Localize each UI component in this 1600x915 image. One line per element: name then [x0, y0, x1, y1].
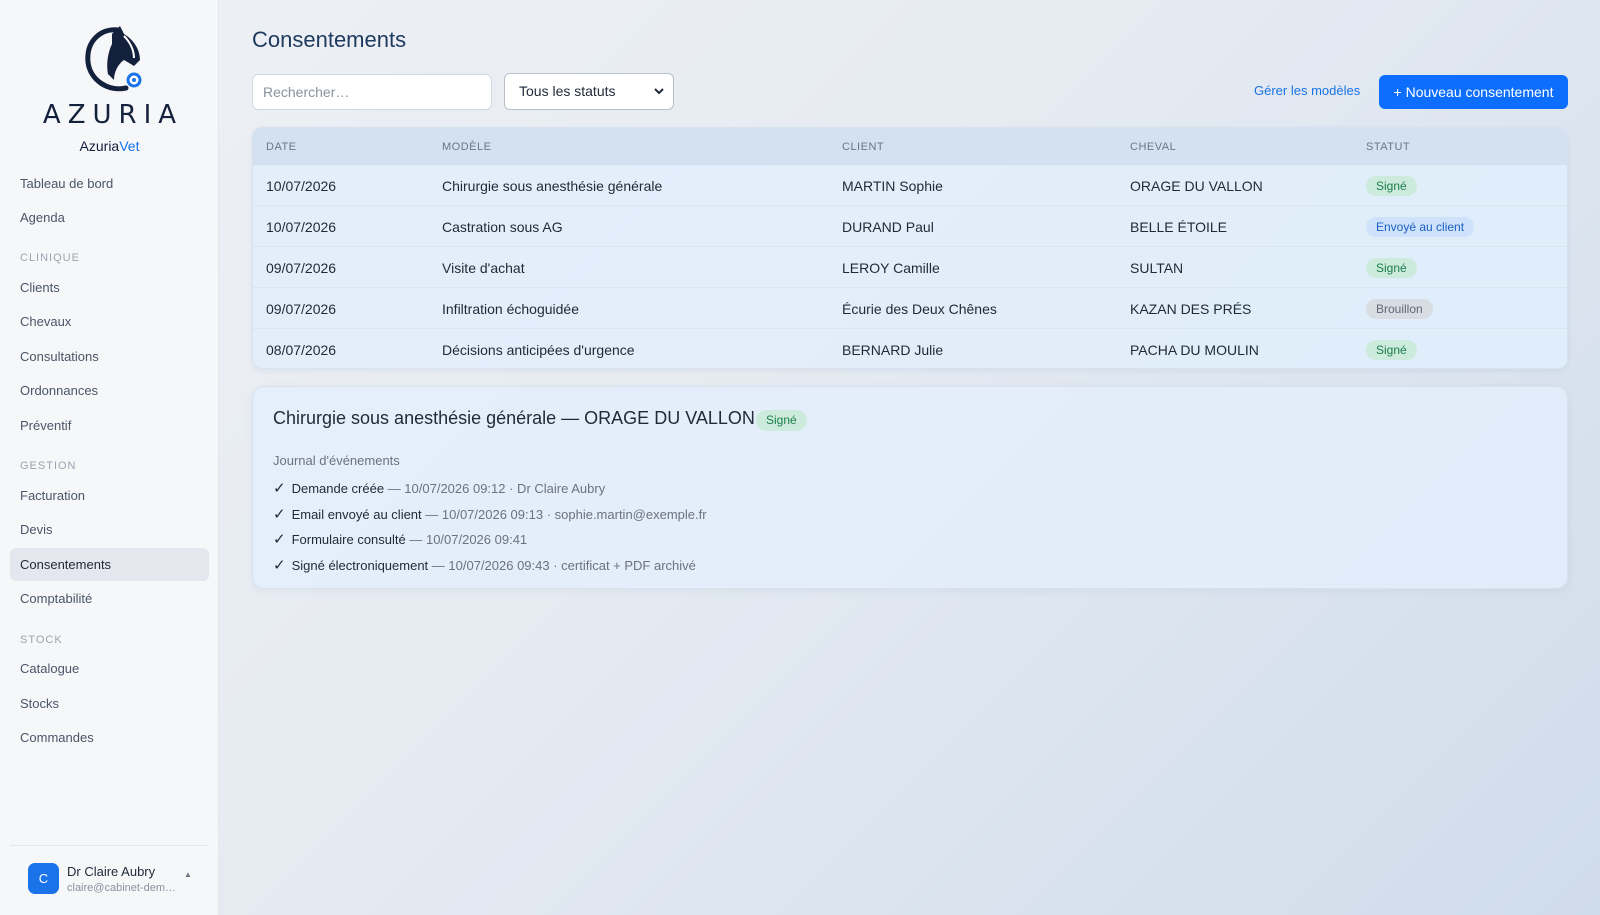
new-consent-button[interactable]: + Nouveau consentement: [1379, 75, 1568, 109]
status-filter-value: Tous les statuts: [519, 83, 616, 99]
consents-table: Date Modèle Client Cheval Statut 10/07/2…: [252, 127, 1568, 369]
status-badge: Brouillon: [1366, 299, 1433, 319]
status-badge: Signé: [1366, 340, 1417, 360]
sidebar-item-ordonnances[interactable]: Ordonnances: [10, 374, 209, 407]
event-label: Signé électroniquement: [291, 558, 429, 573]
journal-label: Journal d'événements: [273, 453, 400, 468]
caret-up-icon[interactable]: ▲: [184, 870, 192, 879]
row-date: 09/07/2026: [266, 301, 337, 317]
checkmark-icon: ✓: [273, 557, 286, 574]
row-horse: ORAGE DU VALLON: [1130, 178, 1263, 194]
row-horse: KAZAN DES PRÉS: [1130, 301, 1252, 317]
sidebar-item-consentements[interactable]: Consentements: [10, 548, 209, 581]
sidebar-item-clients[interactable]: Clients: [10, 271, 209, 304]
row-model: Infiltration échoguidée: [442, 301, 579, 317]
row-date: 08/07/2026: [266, 342, 337, 358]
event-label: Formulaire consulté: [291, 532, 406, 547]
app-name: AzuriaVet: [0, 138, 219, 154]
app-name-part1: Azuria: [79, 138, 120, 154]
row-model: Castration sous AG: [442, 219, 563, 235]
app-name-part2: Vet: [119, 138, 140, 154]
sidebar-item-agenda[interactable]: Agenda: [10, 201, 209, 234]
sidebar: AZURIA AzuriaVet Tableau de bord Agenda …: [0, 0, 219, 915]
sidebar-section-stock: Stock: [20, 634, 63, 646]
table-row[interactable]: 08/07/2026 Décisions anticipées d'urgence…: [253, 329, 1567, 368]
event-meta: — 10/07/2026 09:41: [405, 532, 528, 547]
user-email: claire@cabinet-dem…: [67, 882, 176, 894]
row-date: 09/07/2026: [266, 260, 337, 276]
sidebar-section-gestion: Gestion: [20, 460, 77, 472]
horse-logo-icon: [84, 26, 141, 92]
status-badge: Signé: [1366, 176, 1417, 196]
event-meta: — 10/07/2026 09:43 · certificat + PDF ar…: [428, 558, 696, 573]
search-input[interactable]: [252, 74, 492, 110]
table-row[interactable]: 09/07/2026 Visite d'achat LEROY Camille SUL…: [253, 247, 1567, 288]
row-date: 10/07/2026: [266, 178, 337, 194]
event-meta: — 10/07/2026 09:12 · Dr Claire Aubry: [384, 481, 606, 496]
table-header: Date Modèle Client Cheval Statut: [253, 128, 1567, 165]
sidebar-item-consultations[interactable]: Consultations: [10, 340, 209, 373]
logo: AZURIA AzuriaVet: [0, 24, 219, 154]
sidebar-item-chevaux[interactable]: Chevaux: [10, 305, 209, 338]
user-name: Dr Claire Aubry: [67, 864, 156, 879]
detail-title: Chirurgie sous anesthésie générale — ORA…: [273, 408, 755, 428]
status-badge: Envoyé au client: [1366, 217, 1475, 237]
row-client: Écurie des Deux Chênes: [842, 301, 997, 317]
row-client: BERNARD Julie: [842, 342, 944, 358]
sidebar-item-preventif[interactable]: Préventif: [10, 409, 209, 442]
event-label: Demande créée: [291, 481, 385, 496]
row-client: LEROY Camille: [842, 260, 940, 276]
event-label: Email envoyé au client: [291, 507, 422, 522]
sidebar-item-tableau-de-bord[interactable]: Tableau de bord: [10, 167, 209, 200]
row-horse: BELLE ÉTOILE: [1130, 219, 1228, 235]
table-row[interactable]: 09/07/2026 Infiltration échoguidée Écurie …: [253, 288, 1567, 329]
column-header-modele[interactable]: Modèle: [442, 141, 491, 153]
column-header-statut[interactable]: Statut: [1366, 141, 1410, 153]
event-meta: — 10/07/2026 09:13 · sophie.martin@exemp…: [421, 507, 707, 522]
row-model: Visite d'achat: [442, 260, 525, 276]
row-date: 10/07/2026: [266, 219, 337, 235]
sidebar-item-catalogue[interactable]: Catalogue: [10, 652, 209, 685]
checkmark-icon: ✓: [273, 531, 286, 548]
row-horse: PACHA DU MOULIN: [1130, 342, 1259, 358]
column-header-cheval[interactable]: Cheval: [1130, 141, 1176, 153]
avatar: C: [28, 863, 59, 894]
status-badge: Signé: [756, 410, 807, 431]
checkmark-icon: ✓: [273, 506, 286, 523]
row-client: MARTIN Sophie: [842, 178, 943, 194]
table-row[interactable]: 10/07/2026 Castration sous AG DURAND Paul B…: [253, 206, 1567, 247]
journal-event: ✓ Email envoyé au client — 10/07/2026 09:…: [273, 505, 707, 523]
status-badge: Signé: [1366, 258, 1417, 278]
sidebar-item-comptabilite[interactable]: Comptabilité: [10, 582, 209, 615]
user-menu[interactable]: C Dr Claire Aubry claire@cabinet-dem… ▲: [10, 845, 209, 909]
sidebar-item-commandes[interactable]: Commandes: [10, 721, 209, 754]
column-header-client[interactable]: Client: [842, 141, 884, 153]
chevron-down-icon: [653, 74, 665, 124]
journal-event: ✓ Demande créée — 10/07/2026 09:12 · Dr C…: [273, 479, 605, 497]
row-model: Décisions anticipées d'urgence: [442, 342, 635, 358]
sidebar-item-facturation[interactable]: Facturation: [10, 479, 209, 512]
journal-event: ✓ Signé électroniquement — 10/07/2026 09:…: [273, 556, 696, 574]
table-row[interactable]: 10/07/2026 Chirurgie sous anesthésie géné…: [253, 165, 1567, 206]
row-client: DURAND Paul: [842, 219, 934, 235]
page-title: Consentements: [252, 27, 407, 52]
row-horse: SULTAN: [1130, 260, 1184, 276]
row-model: Chirurgie sous anesthésie générale: [442, 178, 663, 194]
sidebar-item-stocks[interactable]: Stocks: [10, 687, 209, 720]
journal-event: ✓ Formulaire consulté — 10/07/2026 09:41: [273, 530, 527, 548]
sidebar-item-devis[interactable]: Devis: [10, 513, 209, 546]
column-header-date[interactable]: Date: [266, 141, 297, 153]
status-filter-select[interactable]: Tous les statuts: [504, 73, 674, 110]
manage-templates-link[interactable]: Gérer les modèles: [1254, 83, 1360, 98]
sidebar-section-clinique: Clinique: [20, 252, 80, 264]
checkmark-icon: ✓: [273, 480, 286, 497]
consent-detail-panel: Chirurgie sous anesthésie générale — ORA…: [252, 386, 1568, 589]
logo-wordmark: AZURIA: [42, 100, 184, 130]
